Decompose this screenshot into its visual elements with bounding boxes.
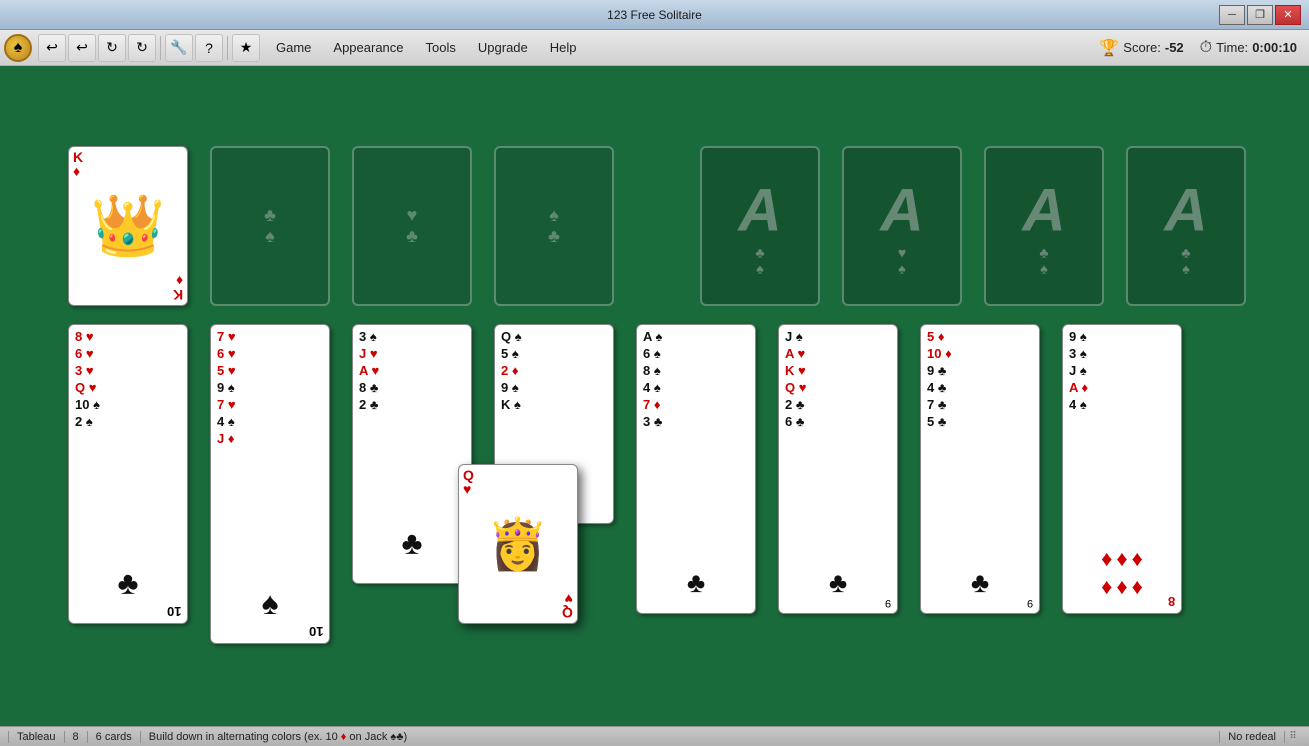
status-columns: 8	[65, 731, 88, 743]
foundation-4[interactable]: A ♣♠	[1126, 146, 1246, 306]
game-stats: 🏆 Score: -52 ⏱ Time: 0:00:10	[1099, 38, 1297, 58]
menu-tools[interactable]: Tools	[416, 36, 466, 59]
status-rule: Build down in alternating colors (ex. 10…	[141, 731, 1221, 743]
toolbar-btn-redo[interactable]: ↻	[98, 34, 126, 62]
toolbar-btn-undo[interactable]: ↩	[38, 34, 66, 62]
title-bar: 123 Free Solitaire ─ ❐ ✕	[0, 0, 1309, 30]
time-value: 0:00:10	[1252, 40, 1297, 55]
tableau-col1[interactable]: 8 ♥ 6 ♥ 3 ♥ Q ♥ 10 ♠ 2 ♠ ♣ 10	[68, 324, 188, 624]
foundation-3[interactable]: A ♣♠	[984, 146, 1104, 306]
tableau-col7[interactable]: 5 ♦ 10 ♦ 9 ♣ 4 ♣ 7 ♣ 5 ♣ ♣ 9	[920, 324, 1040, 614]
resize-grip[interactable]: ⠿	[1285, 729, 1301, 745]
minimize-button[interactable]: ─	[1219, 5, 1245, 25]
tableau-col8[interactable]: 9 ♠ 3 ♠ J ♠ A ♦ 4 ♠ ♦ ♦ ♦ ♦ ♦ ♦ 8	[1062, 324, 1182, 614]
close-button[interactable]: ✕	[1275, 5, 1301, 25]
window-controls: ─ ❐ ✕	[1219, 5, 1301, 25]
game-area[interactable]: K♦ 👑 K♦ ♣♠ ♥♣ ♠♣ A ♣♠ A ♥♠	[0, 66, 1309, 726]
score-value: -52	[1165, 40, 1184, 55]
tableau-col6[interactable]: J ♠ A ♥ K ♥ Q ♥ 2 ♣ 6 ♣ ♣ 9	[778, 324, 898, 614]
toolbar-btn-star[interactable]: ★	[232, 34, 260, 62]
toolbar-separator-1	[160, 36, 161, 60]
status-game-type: Tableau	[8, 731, 65, 743]
time-icon: ⏱	[1200, 39, 1212, 57]
time-display: ⏱ Time: 0:00:10	[1200, 39, 1297, 57]
toolbar-separator-2	[227, 36, 228, 60]
window-title: 123 Free Solitaire	[607, 8, 702, 22]
dragged-queen-hearts[interactable]: Q♥ 👸 Q♥	[458, 464, 578, 624]
foundation-1[interactable]: A ♣♠	[700, 146, 820, 306]
stock-pile-4[interactable]: ♠♣	[494, 146, 614, 306]
status-cards: 6 cards	[88, 731, 141, 743]
score-display: 🏆 Score: -52	[1099, 38, 1183, 58]
toolbar-btn-undo2[interactable]: ↩	[68, 34, 96, 62]
stock-pile-2[interactable]: ♣♠	[210, 146, 330, 306]
menu-game[interactable]: Game	[266, 36, 321, 59]
toolbar: ♠ ↩ ↩ ↻ ↻ 🔧 ? ★ Game Appearance Tools Up…	[0, 30, 1309, 66]
stock-pile-3[interactable]: ♥♣	[352, 146, 472, 306]
tableau-col5[interactable]: A ♠ 6 ♠ 8 ♠ 4 ♠ 7 ♦ 3 ♣ ♣	[636, 324, 756, 614]
foundation-2[interactable]: A ♥♠	[842, 146, 962, 306]
toolbar-btn-redo2[interactable]: ↻	[128, 34, 156, 62]
score-label: Score:	[1123, 40, 1161, 55]
toolbar-btn-settings[interactable]: 🔧	[165, 34, 193, 62]
tableau-col2[interactable]: 7 ♥ 6 ♥ 5 ♥ 9 ♠ 7 ♥ 4 ♠ J ♦ ♠ 10	[210, 324, 330, 644]
app-logo: ♠	[4, 34, 32, 62]
score-icon: 🏆	[1099, 38, 1119, 58]
card-king-diamonds[interactable]: K♦ 👑 K♦	[68, 146, 188, 306]
menu-help[interactable]: Help	[540, 36, 587, 59]
menu-upgrade[interactable]: Upgrade	[468, 36, 538, 59]
status-redeal: No redeal	[1220, 731, 1285, 743]
tableau-col3[interactable]: 3 ♠ J ♥ A ♥ 8 ♣ 2 ♣ ♣	[352, 324, 472, 584]
time-label: Time:	[1216, 40, 1248, 55]
restore-button[interactable]: ❐	[1247, 5, 1273, 25]
menu-bar: Game Appearance Tools Upgrade Help	[266, 36, 587, 59]
menu-appearance[interactable]: Appearance	[323, 36, 413, 59]
status-bar: Tableau 8 6 cards Build down in alternat…	[0, 726, 1309, 746]
toolbar-btn-help[interactable]: ?	[195, 34, 223, 62]
